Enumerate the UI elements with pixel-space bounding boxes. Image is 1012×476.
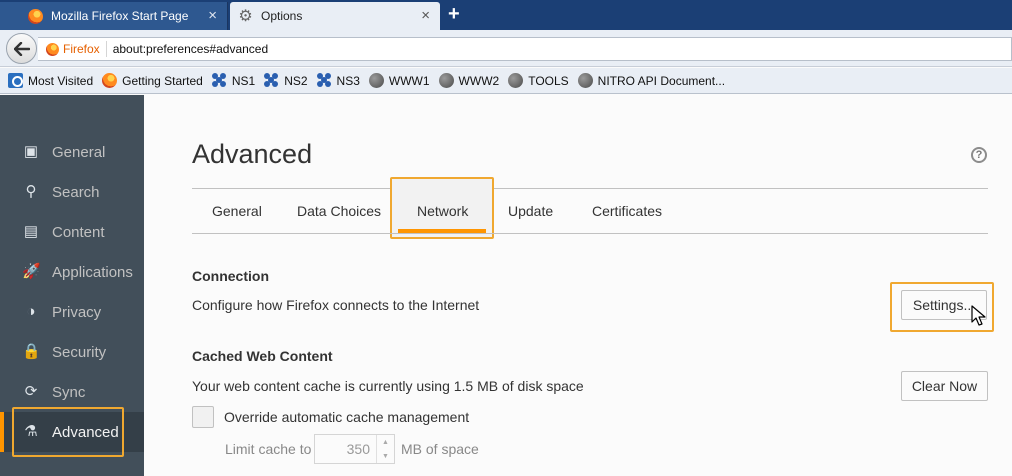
category-label: General (52, 143, 106, 161)
category-search[interactable]: ⚲ Search (0, 172, 144, 212)
applications-icon: 🚀 (22, 263, 41, 280)
bookmark-ns2[interactable]: NS2 (264, 73, 308, 88)
url-bar[interactable]: Firefox about:preferences#advanced (38, 37, 1012, 61)
subtab-network[interactable]: Network (417, 203, 468, 219)
identity-box[interactable]: Firefox (38, 41, 107, 57)
content-icon: ▤ (23, 223, 39, 240)
most-visited-icon (8, 73, 23, 88)
globe-icon (368, 73, 384, 88)
cache-size-value: 350 (346, 441, 370, 457)
subtab-general[interactable]: General (212, 203, 262, 219)
gear-icon: ⚙ (238, 7, 253, 25)
category-content[interactable]: ▤ Content (0, 212, 144, 252)
cached-web-content-heading: Cached Web Content (192, 348, 333, 364)
back-arrow-icon (13, 41, 30, 56)
category-security[interactable]: 🔒 Security (0, 332, 144, 372)
category-label: Search (52, 183, 100, 201)
globe-icon (577, 73, 593, 88)
category-label: Applications (52, 263, 133, 281)
tab-options[interactable]: ⚙ Options × (230, 2, 440, 30)
bookmark-ns1[interactable]: NS1 (211, 73, 256, 88)
bookmark-label: WWW1 (388, 73, 430, 88)
category-label: Privacy (52, 303, 102, 321)
decrement-icon[interactable]: ▼ (382, 453, 389, 460)
tab-title: Mozilla Firefox Start Page (51, 9, 189, 23)
category-label: Sync (52, 383, 86, 401)
bookmark-label: NS2 (284, 73, 308, 88)
globe-icon (438, 73, 454, 88)
identity-label: Firefox (63, 42, 100, 56)
subtab-data-choices[interactable]: Data Choices (297, 203, 381, 219)
privacy-mask-icon: ◑ (26, 303, 36, 320)
bookmarks-toolbar: Most Visited Getting Started NS1 NS2 NS3… (0, 68, 1012, 94)
bookmark-tools[interactable]: TOOLS (508, 73, 569, 88)
override-cache-checkbox[interactable] (192, 406, 214, 428)
category-label: Content (52, 223, 105, 241)
ns-icon (211, 73, 227, 88)
bookmark-label: NS1 (231, 73, 256, 88)
firefox-window: Mozilla Firefox Start Page × ⚙ Options ×… (0, 0, 1012, 476)
new-tab-button[interactable]: + (448, 4, 460, 24)
clear-now-button[interactable]: Clear Now (901, 371, 988, 401)
cache-usage-description: Your web content cache is currently usin… (192, 378, 584, 394)
bookmark-getting-started[interactable]: Getting Started (102, 73, 203, 88)
bookmark-label: Most Visited (28, 73, 94, 88)
back-button[interactable] (6, 33, 37, 64)
preferences-sidebar: ▣ General ⚲ Search ▤ Content 🚀 Applicati… (0, 95, 144, 476)
cache-size-unit: MB of space (401, 441, 479, 457)
bookmark-nitro-api[interactable]: NITRO API Document... (577, 73, 726, 88)
preferences-pane: Advanced ? General Data Choices Network … (144, 95, 1012, 476)
subtab-update[interactable]: Update (508, 203, 553, 219)
bookmark-label: Getting Started (122, 73, 203, 88)
url-text[interactable]: about:preferences#advanced (107, 42, 268, 56)
ns-icon (264, 73, 279, 88)
category-privacy[interactable]: ◑ Privacy (0, 292, 144, 332)
category-sync[interactable]: ⟳ Sync (0, 372, 144, 412)
category-general[interactable]: ▣ General (0, 132, 144, 172)
bookmark-label: NITRO API Document... (597, 73, 726, 88)
limit-cache-label: Limit cache to (225, 441, 312, 457)
bookmark-www2[interactable]: WWW2 (438, 73, 500, 88)
bookmark-ns3[interactable]: NS3 (316, 73, 360, 88)
category-applications[interactable]: 🚀 Applications (0, 252, 144, 292)
page-title: Advanced (192, 139, 313, 169)
security-lock-icon: 🔒 (22, 343, 41, 360)
globe-icon (508, 73, 524, 88)
ns-icon (316, 73, 332, 88)
callout-highlight-advanced (12, 407, 124, 457)
increment-icon[interactable]: ▲ (382, 439, 389, 446)
tab-title: Options (261, 9, 303, 23)
tab-start-page[interactable]: Mozilla Firefox Start Page × (0, 2, 228, 30)
search-icon: ⚲ (25, 183, 37, 200)
cache-size-stepper[interactable]: 350 ▲ ▼ (314, 434, 395, 464)
bookmark-label: NS3 (336, 73, 360, 88)
navigation-toolbar: Firefox about:preferences#advanced (0, 30, 1012, 67)
firefox-icon (28, 8, 43, 24)
help-icon[interactable]: ? (971, 147, 987, 163)
stepper-buttons[interactable]: ▲ ▼ (376, 435, 394, 463)
header-divider (192, 188, 988, 189)
subtab-certificates[interactable]: Certificates (592, 203, 662, 219)
category-label: Security (52, 343, 107, 361)
tab-strip: Mozilla Firefox Start Page × ⚙ Options ×… (0, 0, 1012, 30)
firefox-icon (46, 42, 59, 56)
bookmark-label: WWW2 (458, 73, 500, 88)
firefox-icon (102, 73, 118, 88)
bookmark-label: TOOLS (528, 73, 569, 88)
override-cache-label[interactable]: Override automatic cache management (224, 409, 469, 425)
close-tab-icon[interactable]: × (208, 8, 217, 23)
close-tab-icon[interactable]: × (421, 8, 430, 23)
sync-icon: ⟳ (24, 383, 38, 400)
bookmark-most-visited[interactable]: Most Visited (8, 73, 93, 88)
connection-description: Configure how Firefox connects to the In… (192, 297, 480, 313)
bookmark-www1[interactable]: WWW1 (368, 73, 430, 88)
tabs-divider (192, 233, 988, 234)
connection-heading: Connection (192, 268, 269, 284)
mouse-pointer-icon (971, 305, 986, 326)
general-icon: ▣ (23, 143, 39, 160)
